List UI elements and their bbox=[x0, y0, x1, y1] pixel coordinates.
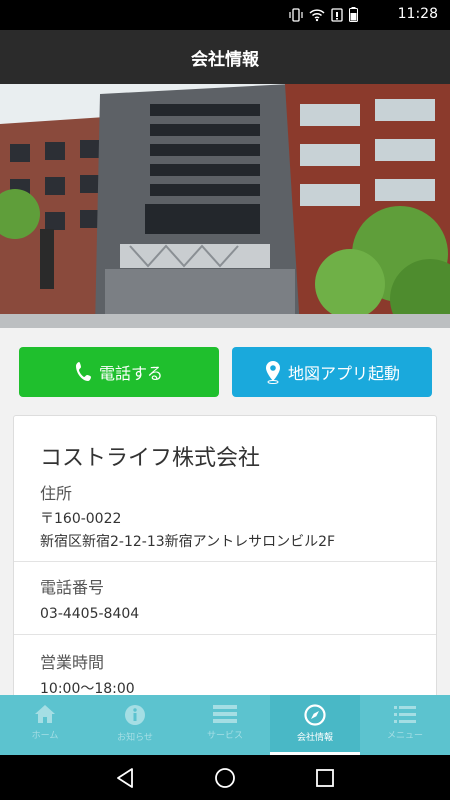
recent-apps-icon[interactable] bbox=[315, 768, 335, 788]
divider bbox=[14, 634, 436, 635]
phone-icon bbox=[75, 362, 91, 381]
compass-icon bbox=[304, 704, 326, 726]
back-icon[interactable] bbox=[114, 767, 136, 789]
company-info-card: コストライフ株式会社 住所 〒160-0022 新宿区新宿2-12-13新宿アン… bbox=[13, 415, 437, 715]
postal-code: 〒160-0022 bbox=[40, 511, 122, 527]
tab-info-label: お知らせ bbox=[117, 733, 153, 743]
list-icon bbox=[213, 705, 237, 723]
divider bbox=[14, 561, 436, 562]
tab-company-info-label: 会社情報 bbox=[296, 733, 333, 743]
bottom-tab-bar: ホーム お知らせ サービス 会社情報 メニュー bbox=[0, 695, 450, 755]
wifi-icon bbox=[309, 8, 325, 21]
phone-label: 電話番号 bbox=[40, 578, 105, 597]
info-icon bbox=[125, 705, 145, 725]
tab-info[interactable]: お知らせ bbox=[90, 695, 180, 755]
tab-home-label: ホーム bbox=[31, 731, 59, 741]
status-time: 11:28 bbox=[397, 6, 438, 22]
address-label: 住所 bbox=[40, 484, 73, 503]
address-value[interactable]: 新宿区新宿2-12-13新宿アントレサロンビル2F bbox=[40, 531, 335, 553]
battery-low-icon bbox=[331, 7, 343, 22]
status-icons bbox=[289, 7, 358, 22]
map-app-button-label: 地図アプリ起動 bbox=[287, 364, 400, 383]
map-app-button[interactable]: 地図アプリ起動 bbox=[232, 347, 432, 397]
company-name: コストライフ株式会社 bbox=[40, 446, 261, 471]
tab-home[interactable]: ホーム bbox=[0, 695, 90, 755]
phone-value[interactable]: 03-4405-8404 bbox=[40, 603, 139, 625]
app-header: 会社情報 bbox=[0, 30, 450, 84]
status-bar: 11:28 bbox=[0, 0, 450, 30]
building-photo bbox=[0, 84, 450, 328]
battery-icon bbox=[349, 7, 358, 22]
call-button[interactable]: 電話する bbox=[19, 347, 219, 397]
tab-service-label: サービス bbox=[206, 731, 243, 741]
map-pin-icon bbox=[265, 361, 280, 384]
call-button-label: 電話する bbox=[98, 364, 163, 383]
home-icon bbox=[35, 705, 55, 723]
tab-menu-label: メニュー bbox=[386, 731, 423, 741]
tab-menu[interactable]: メニュー bbox=[360, 695, 450, 755]
page-title: 会社情報 bbox=[191, 49, 259, 70]
home-circle-icon[interactable] bbox=[214, 767, 236, 789]
tab-service[interactable]: サービス bbox=[180, 695, 270, 755]
hours-label: 営業時間 bbox=[40, 653, 105, 672]
tab-company-info[interactable]: 会社情報 bbox=[270, 695, 360, 755]
vibrate-icon bbox=[289, 7, 303, 22]
system-nav-bar bbox=[0, 755, 450, 800]
menu-icon bbox=[394, 706, 416, 723]
